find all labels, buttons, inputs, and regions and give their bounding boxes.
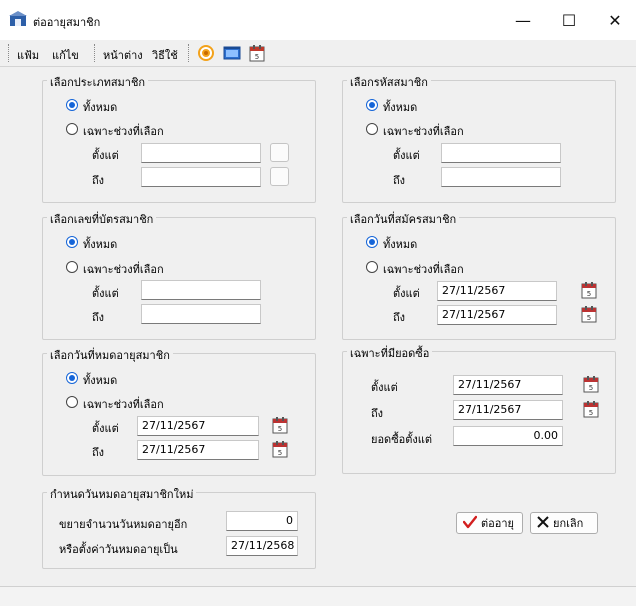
expire-date-all-label[interactable]: ทั้งหมด — [83, 371, 117, 389]
group-member-code-title: เลือกรหัสสมาชิก — [347, 73, 431, 91]
menu-toolbar: แฟ้ม แก้ไข หน้าต่าง วิธีใช้ 5 — [0, 40, 636, 67]
expire-date-from-label: ตั้งแต่ — [92, 422, 119, 435]
has-purchase-to-input[interactable]: 27/11/2567 — [453, 400, 563, 420]
apply-date-to-calendar-icon[interactable]: 5 — [579, 304, 599, 324]
member-type-from-lookup-button[interactable] — [270, 143, 289, 162]
svg-text:5: 5 — [589, 384, 593, 392]
member-code-to-label: ถึง — [393, 174, 406, 187]
expire-date-to-calendar-icon[interactable]: 5 — [270, 439, 290, 459]
refresh-icon[interactable] — [197, 44, 215, 62]
toolbar-separator — [94, 44, 97, 62]
expire-date-range-label[interactable]: เฉพาะช่วงที่เลือก — [83, 395, 164, 413]
card-number-range-label[interactable]: เฉพาะช่วงที่เลือก — [83, 260, 164, 278]
member-code-from-label: ตั้งแต่ — [393, 149, 420, 162]
card-number-to-input[interactable] — [141, 304, 261, 324]
x-icon — [537, 515, 549, 531]
window-title: ต่ออายุสมาชิก — [33, 16, 101, 29]
apply-date-to-input[interactable]: 27/11/2567 — [437, 305, 557, 325]
member-code-from-input[interactable] — [441, 143, 561, 163]
toolbar-separator — [188, 44, 191, 62]
new-expire-set-input[interactable]: 27/11/2568 — [226, 536, 298, 556]
apply-date-from-input[interactable]: 27/11/2567 — [437, 281, 557, 301]
svg-text:5: 5 — [278, 449, 282, 457]
close-icon: ✕ — [608, 10, 622, 30]
svg-text:5: 5 — [589, 409, 593, 417]
apply-date-range-label[interactable]: เฉพาะช่วงที่เลือก — [383, 260, 464, 278]
card-number-all-label[interactable]: ทั้งหมด — [83, 235, 117, 253]
menu-help[interactable]: วิธีใช้ — [152, 46, 178, 64]
has-purchase-from-label: ตั้งแต่ — [371, 381, 398, 394]
has-purchase-to-label: ถึง — [371, 407, 384, 420]
member-type-all-radio[interactable] — [66, 99, 78, 111]
group-apply-date-title: เลือกวันที่สมัครสมาชิก — [347, 210, 460, 228]
member-code-all-radio[interactable] — [366, 99, 378, 111]
expire-date-from-input[interactable]: 27/11/2567 — [137, 416, 259, 436]
toolbar-grip — [8, 44, 11, 62]
member-type-from-input[interactable] — [141, 143, 261, 163]
new-expire-extend-input[interactable]: 0 — [226, 511, 298, 531]
expire-date-to-input[interactable]: 27/11/2567 — [137, 440, 259, 460]
card-number-range-radio[interactable] — [66, 261, 78, 273]
status-bar — [0, 586, 636, 606]
apply-date-all-label[interactable]: ทั้งหมด — [383, 235, 417, 253]
apply-date-all-radio[interactable] — [366, 236, 378, 248]
maximize-icon: ☐ — [561, 10, 577, 30]
svg-text:5: 5 — [278, 425, 282, 433]
expire-date-from-calendar-icon[interactable]: 5 — [270, 415, 290, 435]
expire-date-all-radio[interactable] — [66, 372, 78, 384]
minimize-button[interactable]: — — [500, 6, 546, 34]
apply-date-from-label: ตั้งแต่ — [393, 287, 420, 300]
svg-text:5: 5 — [587, 314, 591, 322]
has-purchase-to-calendar-icon[interactable]: 5 — [581, 399, 601, 419]
apply-date-from-calendar-icon[interactable]: 5 — [579, 280, 599, 300]
member-code-to-input[interactable] — [441, 167, 561, 187]
member-code-all-label[interactable]: ทั้งหมด — [383, 98, 417, 116]
group-expire-date-title: เลือกวันที่หมดอายุสมาชิก — [47, 346, 173, 364]
close-button[interactable]: ✕ — [592, 6, 636, 34]
has-purchase-min-input[interactable]: 0.00 — [453, 426, 563, 446]
member-type-to-lookup-button[interactable] — [270, 167, 289, 186]
renew-button-label: ต่ออายุ — [481, 517, 514, 530]
member-type-to-label: ถึง — [92, 174, 105, 187]
svg-text:5: 5 — [255, 53, 259, 61]
card-number-all-radio[interactable] — [66, 236, 78, 248]
check-icon — [462, 515, 478, 532]
has-purchase-from-input[interactable]: 27/11/2567 — [453, 375, 563, 395]
app-icon — [9, 11, 27, 27]
menu-window[interactable]: หน้าต่าง — [103, 46, 143, 64]
member-code-range-label[interactable]: เฉพาะช่วงที่เลือก — [383, 122, 464, 140]
new-expire-extend-label: ขยายจำนวนวันหมดอายุอีก — [59, 518, 188, 531]
member-type-from-label: ตั้งแต่ — [92, 149, 119, 162]
expire-date-to-label: ถึง — [92, 446, 105, 459]
card-number-from-label: ตั้งแต่ — [92, 287, 119, 300]
member-code-range-radio[interactable] — [366, 123, 378, 135]
has-purchase-min-label: ยอดซื้อตั้งแต่ — [371, 433, 433, 446]
title-bar: ต่ออายุสมาชิก — ☐ ✕ — [0, 0, 636, 40]
minimize-icon: — — [515, 10, 531, 30]
group-new-expire-title: กำหนดวันหมดอายุสมาชิกใหม่ — [47, 485, 197, 503]
member-type-to-input[interactable] — [141, 167, 261, 187]
group-has-purchase-title: เฉพาะที่มียอดซื้อ — [347, 344, 433, 362]
group-card-number-title: เลือกเลขที่บัตรสมาชิก — [47, 210, 157, 228]
apply-date-to-label: ถึง — [393, 311, 406, 324]
maximize-button[interactable]: ☐ — [546, 6, 592, 34]
member-type-range-label[interactable]: เฉพาะช่วงที่เลือก — [83, 122, 164, 140]
menu-file[interactable]: แฟ้ม — [17, 46, 39, 64]
card-number-to-label: ถึง — [92, 311, 105, 324]
renew-button[interactable]: ต่ออายุ — [456, 512, 523, 534]
svg-text:5: 5 — [587, 290, 591, 298]
member-type-all-label[interactable]: ทั้งหมด — [83, 98, 117, 116]
member-type-range-radio[interactable] — [66, 123, 78, 135]
cancel-button[interactable]: ยกเลิก — [530, 512, 598, 534]
menu-edit[interactable]: แก้ไข — [52, 46, 79, 64]
card-number-from-input[interactable] — [141, 280, 261, 300]
expire-date-range-radio[interactable] — [66, 396, 78, 408]
screen-icon[interactable] — [223, 44, 241, 62]
cancel-button-label: ยกเลิก — [553, 517, 584, 530]
apply-date-range-radio[interactable] — [366, 261, 378, 273]
calendar-icon[interactable]: 5 — [248, 44, 266, 62]
has-purchase-from-calendar-icon[interactable]: 5 — [581, 374, 601, 394]
group-member-type-title: เลือกประเภทสมาชิก — [47, 73, 149, 91]
new-expire-set-label: หรือตั้งค่าวันหมดอายุเป็น — [59, 543, 178, 556]
